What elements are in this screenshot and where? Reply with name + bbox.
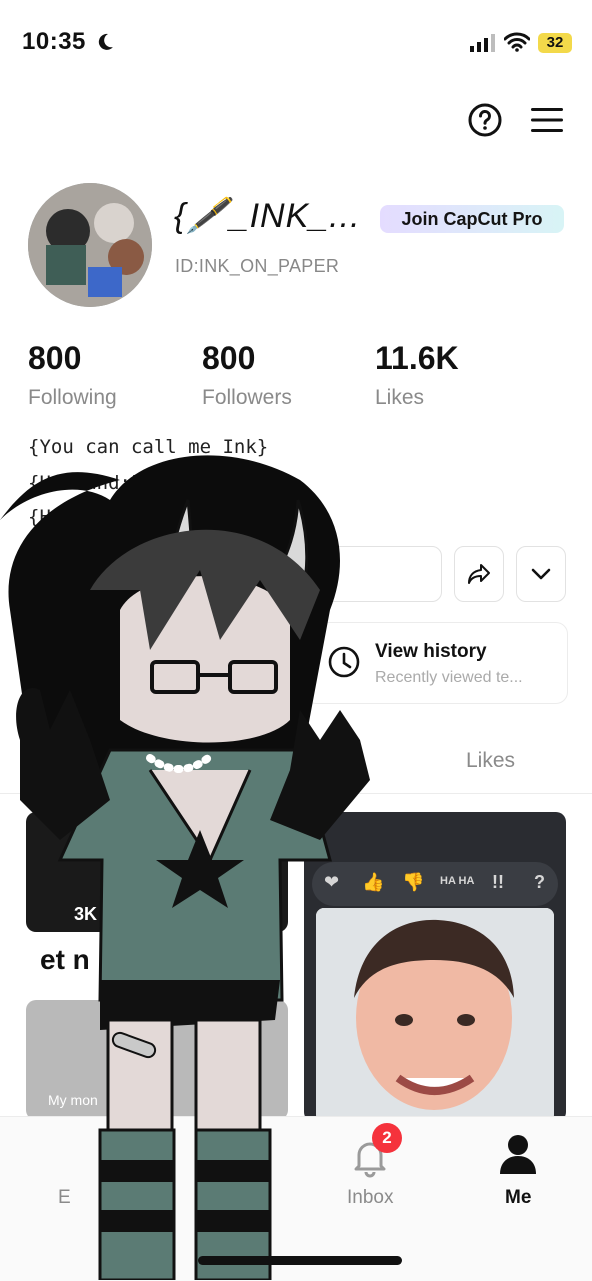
home-indicator bbox=[198, 1256, 402, 1265]
haha-icon: HA HA bbox=[440, 875, 475, 887]
signal-icon bbox=[470, 34, 495, 52]
join-pro-button[interactable]: Join CapCut Pro bbox=[380, 205, 564, 233]
character-sticker bbox=[0, 455, 370, 1280]
username: {🖋️_INK_... bbox=[174, 197, 361, 235]
likes-count: 11.6K bbox=[375, 340, 459, 376]
thumbs-down-icon: 👎 bbox=[402, 872, 425, 892]
nav-me-label[interactable]: Me bbox=[505, 1187, 531, 1209]
share-icon bbox=[468, 564, 490, 584]
view-history-subtitle: Recently viewed te... bbox=[375, 669, 523, 686]
exclamation-icon: !! bbox=[492, 872, 504, 892]
likes-label: Likes bbox=[375, 386, 425, 409]
help-icon[interactable] bbox=[468, 103, 502, 137]
status-time: 10:35 bbox=[22, 28, 86, 55]
question-icon: ? bbox=[534, 872, 545, 892]
inbox-badge: 2 bbox=[372, 1123, 402, 1153]
following-count[interactable]: 800 bbox=[28, 340, 81, 377]
person-icon[interactable] bbox=[500, 1134, 536, 1174]
avatar-image bbox=[28, 183, 152, 307]
more-options-button[interactable] bbox=[516, 546, 566, 602]
user-id: ID:INK_ON_PAPER bbox=[175, 256, 340, 276]
menu-icon[interactable] bbox=[531, 107, 563, 133]
moon-icon bbox=[98, 33, 113, 50]
battery-indicator: 32 bbox=[538, 33, 572, 53]
avatar[interactable] bbox=[28, 183, 152, 307]
share-profile-button[interactable] bbox=[454, 546, 504, 602]
chevron-down-icon bbox=[531, 568, 551, 580]
view-history-title: View history bbox=[375, 641, 487, 662]
followers-label[interactable]: Followers bbox=[202, 386, 292, 410]
wifi-icon bbox=[504, 32, 530, 52]
tab-likes[interactable]: Likes bbox=[466, 749, 515, 773]
following-label[interactable]: Following bbox=[28, 386, 117, 410]
followers-count[interactable]: 800 bbox=[202, 340, 255, 377]
